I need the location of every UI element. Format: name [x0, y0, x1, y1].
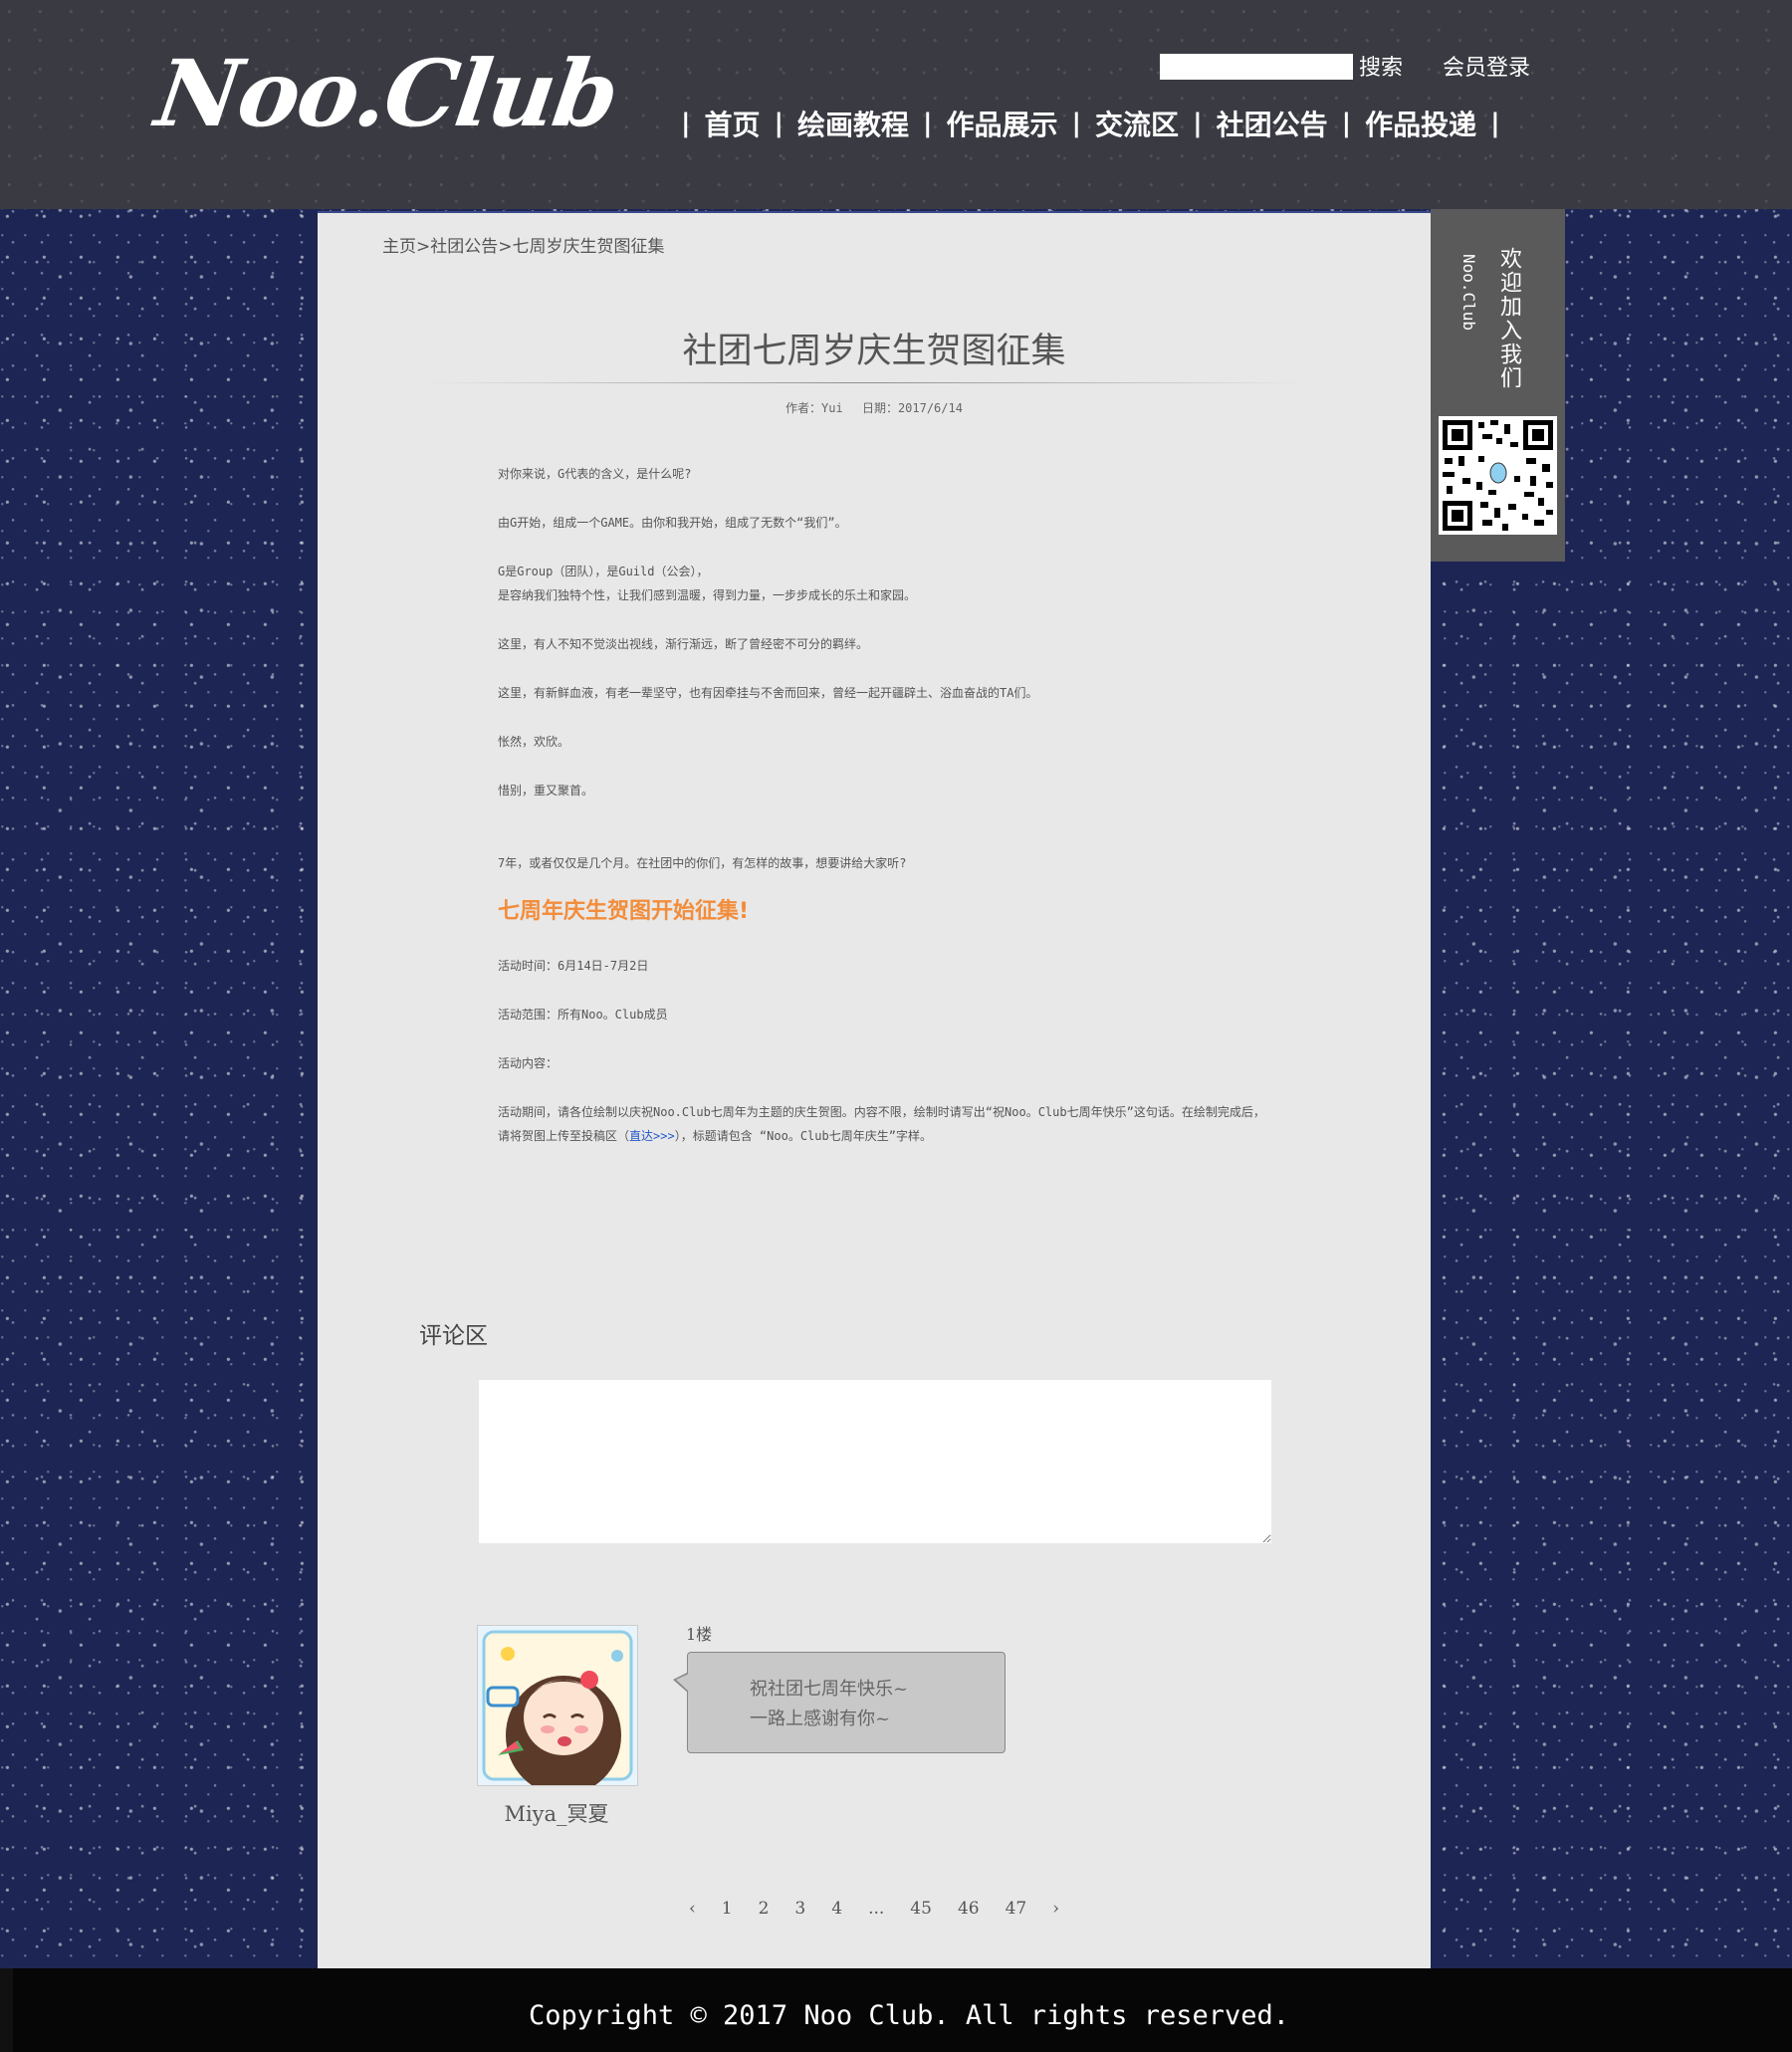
article-paragraph: 怅然，欢欣。: [498, 735, 570, 749]
breadcrumb-current: 七周岁庆生贺图征集: [512, 237, 665, 257]
article-paragraph: 对你来说，G代表的含义，是什么呢?: [498, 467, 692, 481]
comment-line: 一路上感谢有你~: [750, 1709, 891, 1729]
activity-scope: 活动范围：所有Noo。Club成员: [498, 1008, 668, 1022]
page-ellipsis: ...: [868, 1899, 885, 1919]
article-paragraph: G是Group（团队），是Guild（公会），: [498, 565, 709, 578]
article-author: 作者：Yui: [785, 401, 843, 415]
nav-separator: |: [1490, 109, 1500, 138]
activity-detail-line1: 活动期间，请各位绘制以庆祝Noo.Club七周年为主题的庆生贺图。内容不限，绘制…: [498, 1105, 1265, 1119]
comment-username[interactable]: Miya_冥夏: [477, 1798, 636, 1828]
nav-item-submit[interactable]: 作品投递: [1365, 104, 1476, 143]
site-logo[interactable]: Noo.Club: [149, 40, 623, 147]
comments-title: 评论区: [419, 1323, 488, 1349]
article-paragraph: 这里，有新鲜血液，有老一辈坚守，也有因牵挂与不舍而回来，曾经一起开疆辟土、浴血奋…: [498, 686, 1038, 700]
site-footer: Copyright © 2017 Noo Club. All rights re…: [0, 1968, 1792, 2052]
article-paragraph: 7年，或者仅仅是几个月。在社团中的你们，有怎样的故事，想要讲给大家听?: [498, 856, 907, 870]
article-paragraph: 由G开始，组成一个GAME。由你和我开始，组成了无数个“我们”。: [498, 516, 847, 530]
copyright-text: Copyright © 2017 Noo Club. All rights re…: [528, 2000, 1289, 2031]
bubble-tail-fill: [676, 1674, 689, 1692]
article-paragraph: 惜别，重又聚首。: [498, 784, 594, 798]
page-link[interactable]: 46: [958, 1899, 980, 1919]
nav-item-home[interactable]: 首页: [705, 104, 761, 143]
activity-content-label: 活动内容：: [498, 1056, 559, 1070]
article-paragraph: 这里，有人不知不觉淡出视线，渐行渐远，断了曾经密不可分的羁绊。: [498, 637, 869, 651]
prev-page-button[interactable]: ‹: [689, 1899, 696, 1919]
article-paragraph: 是容纳我们独特个性，让我们感到温暖，得到力量，一步步成长的乐土和家园。: [498, 588, 917, 602]
nav-item-forum[interactable]: 交流区: [1095, 104, 1179, 143]
nav-separator: |: [1071, 109, 1082, 138]
join-us-widget: 欢迎加入我们 Noo.Club: [1431, 209, 1565, 562]
activity-time: 活动时间：6月14日-7月2日: [498, 959, 649, 973]
page-link[interactable]: 4: [831, 1899, 842, 1919]
page-link[interactable]: 2: [759, 1899, 770, 1919]
qr-code[interactable]: [1439, 416, 1557, 535]
breadcrumb-separator: >: [416, 237, 431, 257]
nav-separator: |: [1193, 109, 1203, 138]
comment-bubble: 祝社团七周年快乐~ 一路上感谢有你~: [687, 1652, 1006, 1753]
article-body: 对你来说，G代表的含义，是什么呢? 由G开始，组成一个GAME。由你和我开始，组…: [498, 462, 1384, 1173]
search-button[interactable]: 搜索: [1359, 50, 1403, 82]
breadcrumb: 主页>社团公告>七周岁庆生贺图征集: [382, 232, 665, 257]
article-date: 日期：2017/6/14: [861, 401, 963, 415]
join-us-text: 欢迎加入我们: [1496, 247, 1521, 390]
avatar-illustration: [478, 1626, 637, 1785]
site-header: Noo.Club 搜索 会员登录 | 首页 | 绘画教程 | 作品展示 | 交流…: [0, 0, 1792, 209]
page-link[interactable]: 45: [910, 1899, 932, 1919]
next-page-button[interactable]: ›: [1052, 1899, 1059, 1919]
main-nav: | 首页 | 绘画教程 | 作品展示 | 交流区 | 社团公告 | 作品投递 |: [667, 104, 1514, 143]
activity-detail: 活动期间，请各位绘制以庆祝Noo.Club七周年为主题的庆生贺图。内容不限，绘制…: [498, 1100, 1384, 1148]
page-link[interactable]: 3: [794, 1899, 805, 1919]
breadcrumb-separator: >: [498, 237, 513, 257]
nav-separator: |: [1341, 109, 1352, 138]
comment-line: 祝社团七周年快乐~: [750, 1679, 909, 1700]
breadcrumb-section[interactable]: 社团公告: [430, 237, 498, 257]
pagination: ‹ 1 2 3 4 ... 45 46 47 ›: [318, 1899, 1431, 1919]
nav-separator: |: [681, 109, 691, 138]
qr-code-image: [1439, 416, 1557, 535]
article-highlight: 七周年庆生贺图开始征集!: [498, 899, 750, 924]
nav-separator: |: [923, 109, 933, 138]
comment-input[interactable]: [479, 1380, 1271, 1543]
nav-separator: |: [774, 109, 784, 138]
page-link[interactable]: 47: [1006, 1899, 1027, 1919]
join-us-brand: Noo.Club: [1459, 254, 1478, 332]
title-divider: [427, 382, 1303, 383]
article-meta: 作者：Yui 日期：2017/6/14: [318, 399, 1431, 416]
comment-floor: 1楼: [686, 1625, 713, 1644]
nav-item-announcements[interactable]: 社团公告: [1217, 104, 1328, 143]
nav-item-gallery[interactable]: 作品展示: [947, 104, 1058, 143]
article-title: 社团七周岁庆生贺图征集: [682, 332, 1066, 371]
submission-link[interactable]: 直达>>>: [629, 1129, 675, 1143]
breadcrumb-home[interactable]: 主页: [382, 237, 416, 257]
activity-detail-suffix: ），标题请包含 “Noo。Club七周年庆生”字样。: [674, 1129, 932, 1143]
activity-detail-prefix: 请将贺图上传至投稿区（: [498, 1129, 630, 1143]
search-input[interactable]: [1160, 54, 1353, 80]
nav-item-tutorials[interactable]: 绘画教程: [797, 104, 909, 143]
article-panel: 主页>社团公告>七周岁庆生贺图征集 社团七周岁庆生贺图征集 作者：Yui 日期：…: [318, 211, 1431, 1970]
page-link[interactable]: 1: [722, 1899, 733, 1919]
member-login-link[interactable]: 会员登录: [1443, 50, 1530, 82]
avatar[interactable]: [477, 1625, 638, 1786]
